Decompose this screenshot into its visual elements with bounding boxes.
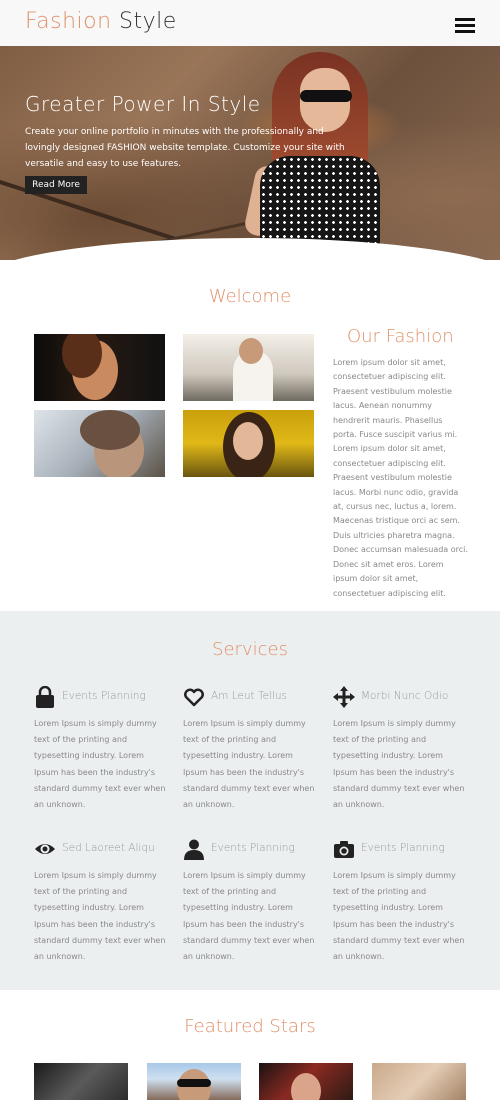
star-face (291, 1073, 321, 1100)
camera-icon (334, 841, 354, 858)
heart-icon (184, 688, 204, 707)
our-fashion-heading: Our Fashion (347, 326, 454, 347)
service-text: Lorem Ipsum is simply dummy text of the … (34, 871, 166, 962)
menu-bar (455, 24, 475, 27)
fashion-thumbnail-2[interactable] (183, 334, 314, 401)
fashion-thumbnail-1[interactable] (34, 334, 165, 401)
lock-icon (36, 686, 54, 708)
model-sunglasses (300, 90, 352, 102)
star-sunglasses (177, 1079, 211, 1087)
hero-title: Greater Power In Style (25, 92, 261, 116)
thumb-face (233, 422, 263, 460)
service-title: Events Planning (361, 842, 445, 854)
fashion-thumbnail-4[interactable] (183, 410, 314, 477)
service-text: Lorem Ipsum is simply dummy text of the … (183, 719, 315, 810)
featured-star-image-2[interactable] (147, 1063, 241, 1100)
menu-bar (455, 30, 475, 33)
service-title: Events Planning (211, 842, 295, 854)
featured-star-image-3[interactable] (259, 1063, 353, 1100)
service-title: Sed Laoreet Aliqu (62, 842, 155, 854)
move-arrows-icon (333, 686, 355, 708)
logo-word-style: Style (119, 9, 177, 34)
site-header: Fashion Style (0, 0, 500, 46)
hero-description: Create your online portfolio in minutes … (25, 127, 345, 169)
service-title: Am Leut Tellus (211, 690, 288, 702)
services-section: Services Events Planning Lorem Ipsum is … (0, 611, 500, 990)
service-text: Lorem Ipsum is simply dummy text of the … (333, 871, 465, 962)
service-text: Lorem Ipsum is simply dummy text of the … (183, 871, 315, 962)
service-text: Lorem Ipsum is simply dummy text of the … (34, 719, 166, 810)
fashion-thumbnail-3[interactable] (34, 410, 165, 477)
service-title: Morbi Nunc Odio (361, 690, 449, 702)
thumb-hair (80, 410, 140, 450)
menu-bar (455, 18, 475, 21)
services-heading: Services (212, 639, 288, 660)
read-more-button[interactable]: Read More (25, 176, 87, 194)
hamburger-menu-icon[interactable] (455, 18, 475, 34)
our-fashion-text: Lorem ipsum dolor sit amet, consectetuer… (333, 358, 468, 598)
hero-curve-divider (0, 238, 500, 260)
site-logo[interactable]: Fashion Style (25, 9, 177, 34)
logo-word-fashion: Fashion (25, 9, 112, 34)
featured-stars-heading: Featured Stars (184, 1016, 316, 1037)
featured-star-image-1[interactable] (34, 1063, 128, 1100)
welcome-heading: Welcome (208, 286, 292, 307)
eye-icon (35, 844, 55, 854)
hero-banner: Greater Power In Style Create your onlin… (0, 46, 500, 260)
thumb-head (239, 338, 263, 364)
service-text: Lorem Ipsum is simply dummy text of the … (333, 719, 465, 810)
user-icon (184, 839, 204, 860)
featured-star-image-4[interactable] (372, 1063, 466, 1100)
service-title: Events Planning (62, 690, 146, 702)
